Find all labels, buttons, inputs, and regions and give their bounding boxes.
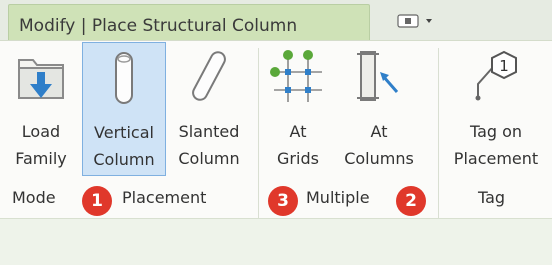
panel-dropdown-button[interactable]	[392, 12, 440, 30]
panel-label-multiple: Multiple	[306, 188, 370, 207]
load-family-icon	[13, 48, 69, 110]
panel-separator	[258, 48, 259, 224]
panel-label-tag: Tag	[478, 188, 506, 207]
panel-label-mode: Mode	[12, 188, 56, 207]
callout-badge-2: 2	[396, 186, 426, 216]
ribbon-tab-bar: Modify | Place Structural Column	[0, 0, 552, 40]
tag-on-placement-label-line2: Placement	[453, 149, 539, 168]
at-columns-label-line2: Columns	[344, 149, 414, 168]
panel-dropdown-icon	[397, 14, 432, 28]
at-grids-label-line1: At	[289, 122, 307, 141]
load-family-label-line2: Family	[15, 149, 67, 168]
slanted-column-label-line1: Slanted	[178, 122, 240, 141]
load-family-button[interactable]: Load Family	[4, 42, 78, 176]
callout-badge-1: 1	[82, 186, 112, 216]
at-grids-icon	[270, 48, 326, 110]
tab-label: Modify | Place Structural Column	[19, 16, 298, 36]
at-columns-icon	[351, 48, 407, 110]
tag-on-placement-label-line1: Tag on	[469, 122, 523, 141]
svg-text:1: 1	[499, 57, 509, 75]
load-family-label-line1: Load	[21, 122, 61, 141]
at-grids-button[interactable]: At Grids	[262, 42, 334, 176]
vertical-column-label-line2: Column	[93, 150, 155, 169]
vertical-column-icon	[104, 49, 144, 113]
vertical-column-button[interactable]: Vertical Column	[82, 42, 166, 176]
callout-badge-3: 3	[268, 186, 298, 216]
slanted-column-button[interactable]: Slanted Column	[168, 42, 250, 176]
tag-on-placement-button[interactable]: 1 Tag on Placement	[446, 42, 546, 176]
tab-modify-place-structural-column[interactable]: Modify | Place Structural Column	[8, 4, 370, 40]
at-columns-button[interactable]: At Columns	[334, 42, 424, 176]
slanted-column-label-line2: Column	[178, 149, 240, 168]
panel-separator	[438, 48, 439, 224]
ribbon-bottom-strip	[0, 218, 552, 265]
at-grids-label-line2: Grids	[277, 149, 319, 168]
at-columns-label-line1: At	[370, 122, 388, 141]
tag-icon: 1	[468, 48, 524, 110]
slanted-column-icon	[185, 48, 233, 112]
panel-label-placement: Placement	[122, 188, 207, 207]
vertical-column-label-line1: Vertical	[94, 123, 154, 142]
